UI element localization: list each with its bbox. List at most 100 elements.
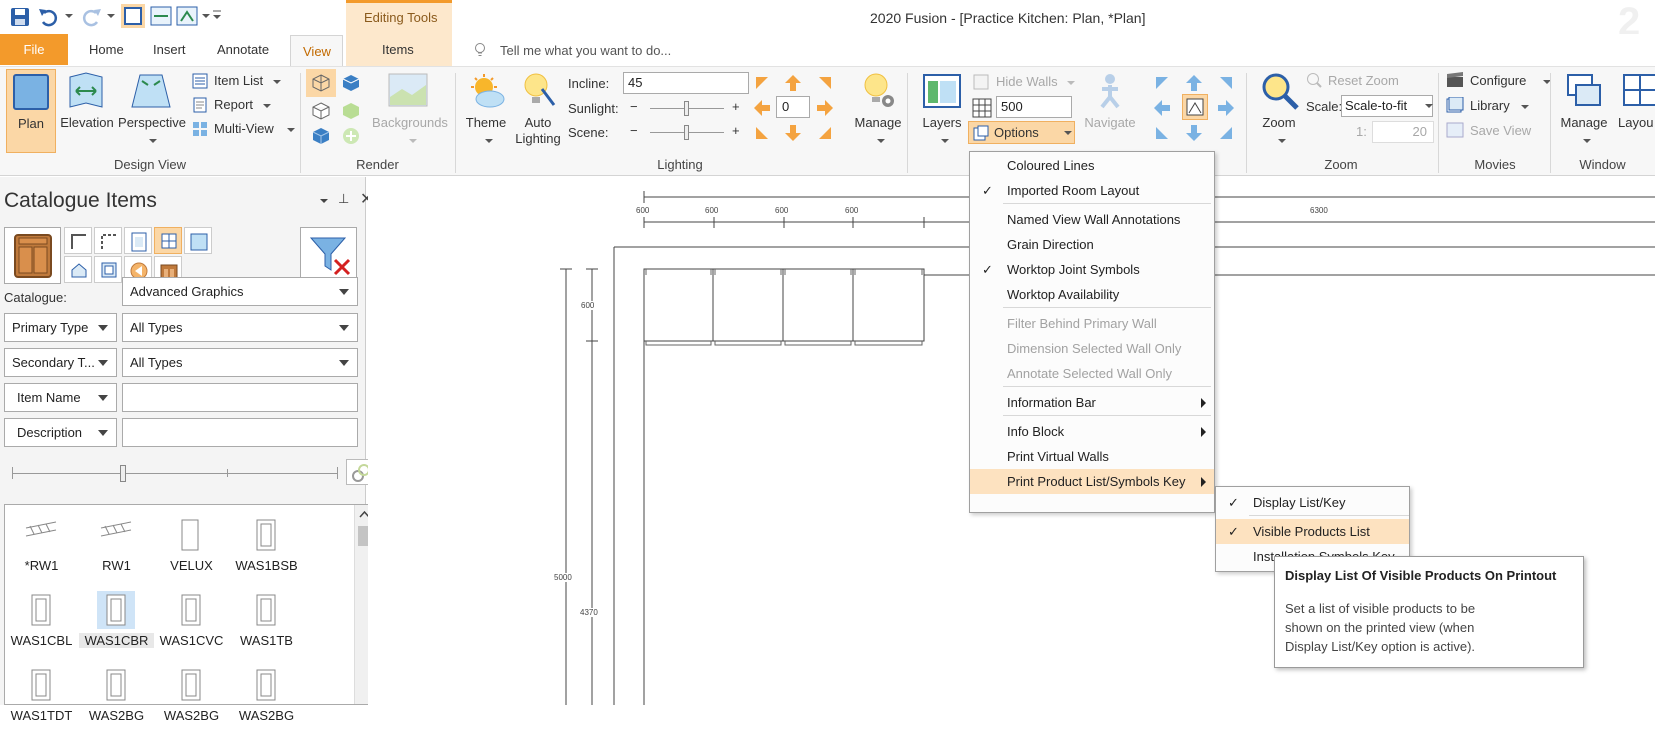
camera-right-icon[interactable] (1216, 98, 1236, 118)
options-menu-item[interactable]: Information Bar (970, 390, 1214, 415)
customize-toolbar-icon[interactable] (212, 9, 222, 21)
arrow-up-left-icon[interactable] (752, 73, 772, 93)
category-window-button[interactable] (154, 227, 182, 254)
arrow-down-right-icon[interactable] (815, 123, 835, 143)
elevation-button[interactable]: Elevation (58, 69, 116, 153)
options-menu-item[interactable]: ✓ Worktop Joint Symbols (970, 257, 1214, 282)
item-list-button[interactable]: Item List (192, 71, 292, 91)
arrow-right-icon[interactable] (815, 98, 835, 118)
catalogue-item[interactable]: WAS1CVC (154, 585, 229, 655)
catalogue-item[interactable]: RW1 (79, 510, 154, 580)
manage-lighting-button[interactable]: Manage (850, 69, 906, 153)
camera-center-button[interactable] (1182, 94, 1208, 120)
catalogue-item[interactable]: VELUX (154, 510, 229, 580)
save-icon[interactable] (10, 7, 30, 27)
options-menu-item[interactable]: Named View Wall Annotations (970, 207, 1214, 232)
scene-increase-button[interactable]: + (732, 123, 740, 138)
arrow-up-right-icon[interactable] (815, 73, 835, 93)
catalogue-item[interactable]: WAS2BG (79, 660, 154, 730)
panel-menu-icon[interactable] (320, 199, 328, 203)
camera-left-icon[interactable] (1152, 98, 1172, 118)
thumbnail-size-slider-thumb[interactable] (120, 465, 126, 482)
catalogue-item[interactable]: WAS2BG (229, 660, 304, 730)
grid-size-input[interactable]: 500 (996, 96, 1072, 118)
catalogue-select[interactable]: Advanced Graphics (122, 277, 358, 306)
perspective-quick-icon[interactable] (176, 6, 198, 26)
arrow-down-left-icon[interactable] (752, 123, 772, 143)
options-menu-item[interactable]: Coloured Lines (970, 153, 1214, 178)
tab-insert[interactable]: Insert (141, 34, 198, 65)
scene-decrease-button[interactable]: − (630, 123, 638, 138)
tab-home[interactable]: Home (77, 34, 136, 65)
tab-view[interactable]: View (290, 35, 343, 67)
camera-up-right-icon[interactable] (1216, 73, 1236, 93)
tab-items[interactable]: Items (370, 34, 426, 65)
clear-filter-button[interactable] (300, 227, 357, 284)
reset-zoom-button[interactable]: Reset Zoom (1306, 71, 1426, 91)
catalogue-item[interactable]: WAS2BG (154, 660, 229, 730)
options-menu-item[interactable]: Print Virtual Walls (970, 444, 1214, 469)
catalogue-item[interactable]: WAS1CBL (4, 585, 79, 655)
catalogue-item[interactable]: *RW1 (4, 510, 79, 580)
undo-icon[interactable] (38, 7, 60, 27)
item-name-field-select[interactable]: Item Name (4, 383, 117, 412)
category-skylight-button[interactable] (184, 227, 212, 254)
tell-me-input[interactable]: Tell me what you want to do... (500, 43, 671, 58)
primary-type-select[interactable]: All Types (122, 313, 358, 342)
arrow-down-icon[interactable] (783, 123, 803, 143)
arrow-up-icon[interactable] (783, 73, 803, 93)
green-cube-icon[interactable] (341, 101, 361, 121)
shaded-cube-icon[interactable] (341, 73, 361, 93)
secondary-type-field-select[interactable]: Secondary T... (4, 348, 117, 377)
scale-select[interactable]: Scale-to-fit (1341, 95, 1433, 117)
category-base-unit-button[interactable] (4, 227, 61, 284)
ratio-input[interactable]: 20 (1372, 121, 1434, 143)
options-menu-item[interactable]: ✓ Imported Room Layout (970, 178, 1214, 203)
category-frame-button[interactable] (94, 256, 122, 283)
category-corner-button[interactable] (64, 227, 92, 254)
secondary-type-select[interactable]: All Types (122, 348, 358, 377)
category-arch-button[interactable] (64, 256, 92, 283)
layers-button[interactable]: Layers (914, 69, 970, 153)
undo-dropdown-icon[interactable] (65, 14, 73, 18)
perspective-button[interactable]: Perspective (116, 69, 188, 153)
camera-up-icon[interactable] (1184, 73, 1204, 93)
perspective-dropdown-icon[interactable] (202, 14, 210, 18)
hidden-line-cube-icon[interactable] (311, 101, 331, 121)
catalogue-item[interactable]: WAS1TB (229, 585, 304, 655)
render-wireframe-button[interactable] (306, 69, 336, 97)
camera-down-right-icon[interactable] (1216, 123, 1236, 143)
sunlight-increase-button[interactable]: + (732, 99, 740, 114)
submenu-item[interactable]: ✓ Visible Products List (1216, 515, 1409, 544)
layout-button[interactable]: Layou (1616, 69, 1655, 153)
blue-cube-icon[interactable] (311, 126, 331, 146)
category-dashed-corner-button[interactable] (94, 227, 122, 254)
sunlight-slider-thumb[interactable] (684, 101, 689, 116)
submenu-item[interactable]: ✓ Display List/Key (1216, 490, 1409, 515)
rotation-input[interactable]: 0 (776, 96, 810, 118)
tab-file[interactable]: File (0, 34, 68, 65)
auto-lighting-button[interactable]: Auto Lighting (512, 69, 564, 153)
options-menu-item[interactable]: Info Block (970, 419, 1214, 444)
window-manage-button[interactable]: Manage (1554, 69, 1614, 153)
scene-slider-thumb[interactable] (684, 125, 689, 140)
navigate-button[interactable]: Navigate (1078, 69, 1142, 153)
camera-down-left-icon[interactable] (1152, 123, 1172, 143)
multi-view-button[interactable]: Multi-View (192, 119, 296, 139)
item-name-input[interactable] (122, 383, 358, 412)
camera-down-icon[interactable] (1184, 123, 1204, 143)
theme-button[interactable]: Theme (462, 69, 510, 153)
elevation-quick-icon[interactable] (150, 6, 172, 26)
primary-type-field-select[interactable]: Primary Type (4, 313, 117, 342)
thumbnail-size-slider[interactable] (12, 473, 338, 474)
incline-input[interactable]: 45 (623, 72, 749, 94)
options-menu-item[interactable]: Print Product List/Symbols Key (970, 469, 1214, 494)
redo-dropdown-icon[interactable] (107, 14, 115, 18)
add-render-icon[interactable] (341, 126, 361, 146)
description-field-select[interactable]: Description (4, 418, 117, 447)
save-view-button[interactable]: Save View (1446, 121, 1546, 141)
options-button[interactable]: Options (968, 121, 1075, 144)
pin-icon[interactable]: ⊥ (338, 191, 349, 207)
camera-up-left-icon[interactable] (1152, 73, 1172, 93)
plan-button[interactable]: Plan (6, 69, 56, 153)
